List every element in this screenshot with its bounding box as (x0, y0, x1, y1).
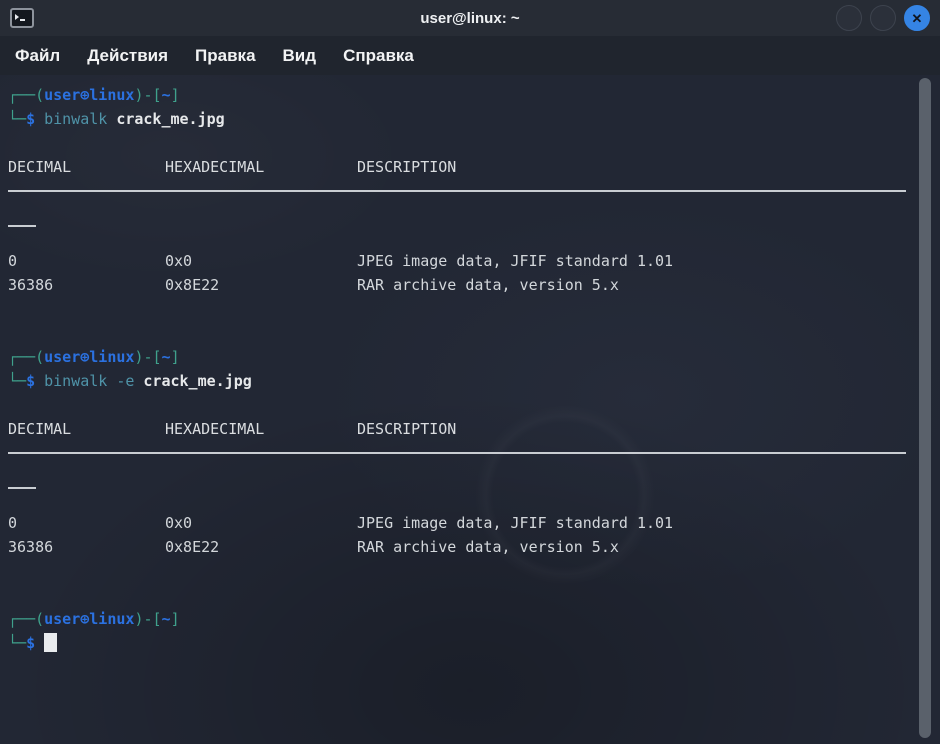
command-line: └─$ binwalk -e crack_me.jpg (8, 369, 940, 393)
terminal-output-area[interactable]: ┌──(user⊕linux)-[~] └─$binwalkcrack_me.j… (0, 75, 940, 744)
prompt-dollar: $ (26, 372, 35, 390)
prompt-frame-open: ┌──( (8, 610, 44, 628)
blank-line (8, 583, 940, 607)
col-hexadecimal-header: HEXADECIMAL (165, 417, 357, 441)
table-row: 00x0JPEG image data, JFIF standard 1.01 (8, 511, 940, 535)
command-text: binwalk -e (44, 372, 134, 390)
prompt-frame-close: ] (171, 610, 180, 628)
command-text: binwalk (44, 110, 107, 128)
separator-line-wrapped (8, 487, 36, 489)
terminal-app-icon (10, 8, 34, 28)
menu-item-view[interactable]: Вид (283, 46, 317, 66)
table-header-row: DECIMALHEXADECIMALDESCRIPTION (8, 417, 940, 441)
prompt-frame-mid: )-[ (134, 86, 161, 104)
prompt-line-top: ┌──(user⊕linux)-[~] (8, 345, 940, 369)
prompt-frame-mid: )-[ (134, 610, 161, 628)
blank-line (8, 131, 940, 155)
prompt-underscore-icon (20, 19, 25, 21)
col-decimal-header: DECIMAL (8, 155, 165, 179)
prompt-line-top: ┌──(user⊕linux)-[~] (8, 607, 940, 631)
cell-description: JPEG image data, JFIF standard 1.01 (357, 252, 673, 270)
prompt-frame-close: ] (171, 348, 180, 366)
prompt-arrow-icon (15, 14, 19, 20)
command-line: └─$ binwalk crack_me.jpg (8, 107, 940, 131)
blank-line (8, 393, 940, 417)
prompt-username: user (44, 86, 80, 104)
cell-hexadecimal: 0x0 (165, 511, 357, 535)
kali-at-icon: ⊕ (80, 348, 89, 366)
scrollbar-thumb[interactable] (919, 78, 931, 738)
blank-line (8, 559, 940, 583)
table-row: 363860x8E22RAR archive data, version 5.x (8, 535, 940, 559)
prompt-path: ~ (162, 610, 171, 628)
prompt-dollar: $ (26, 110, 35, 128)
separator-wrap-row (8, 225, 940, 249)
menu-item-file[interactable]: Файл (15, 46, 60, 66)
kali-at-icon: ⊕ (80, 86, 89, 104)
menu-item-actions[interactable]: Действия (87, 46, 168, 66)
menubar: Файл Действия Правка Вид Справка (0, 36, 940, 75)
separator-wrap-row (8, 487, 940, 511)
prompt-hostname: linux (89, 610, 134, 628)
prompt-frame-bottom: └─ (8, 110, 26, 128)
command-argument: crack_me.jpg (143, 372, 251, 390)
window-title: user@linux: ~ (0, 10, 940, 27)
kali-at-icon: ⊕ (80, 610, 89, 628)
cell-description: RAR archive data, version 5.x (357, 276, 619, 294)
prompt-frame-open: ┌──( (8, 348, 44, 366)
text-cursor (44, 633, 57, 652)
col-description-header: DESCRIPTION (357, 420, 456, 438)
prompt-frame-bottom: └─ (8, 634, 26, 652)
col-description-header: DESCRIPTION (357, 158, 456, 176)
command-input-line[interactable]: └─$ (8, 631, 940, 655)
menu-item-edit[interactable]: Правка (195, 46, 255, 66)
terminal-window: user@linux: ~ ✕ Файл Действия Правка Вид… (0, 0, 940, 744)
separator-line-row (8, 452, 940, 476)
close-button[interactable]: ✕ (904, 5, 930, 31)
close-icon: ✕ (912, 12, 923, 25)
cell-hexadecimal: 0x8E22 (165, 273, 357, 297)
cell-description: JPEG image data, JFIF standard 1.01 (357, 514, 673, 532)
cell-decimal: 0 (8, 249, 165, 273)
prompt-username: user (44, 610, 80, 628)
separator-line (8, 190, 906, 192)
table-header-row: DECIMALHEXADECIMALDESCRIPTION (8, 155, 940, 179)
table-row: 363860x8E22RAR archive data, version 5.x (8, 273, 940, 297)
table-row: 00x0JPEG image data, JFIF standard 1.01 (8, 249, 940, 273)
menu-item-help[interactable]: Справка (343, 46, 414, 66)
prompt-frame-mid: )-[ (134, 348, 161, 366)
separator-line-wrapped (8, 225, 36, 227)
prompt-username: user (44, 348, 80, 366)
cell-decimal: 0 (8, 511, 165, 535)
separator-line (8, 452, 906, 454)
cell-description: RAR archive data, version 5.x (357, 538, 619, 556)
cell-decimal: 36386 (8, 273, 165, 297)
col-hexadecimal-header: HEXADECIMAL (165, 155, 357, 179)
prompt-dollar: $ (26, 634, 35, 652)
prompt-frame-open: ┌──( (8, 86, 44, 104)
blank-line (8, 297, 940, 321)
window-controls: ✕ (836, 5, 930, 31)
maximize-button[interactable] (870, 5, 896, 31)
prompt-path: ~ (162, 348, 171, 366)
titlebar[interactable]: user@linux: ~ ✕ (0, 0, 940, 36)
cell-decimal: 36386 (8, 535, 165, 559)
minimize-button[interactable] (836, 5, 862, 31)
prompt-line-top: ┌──(user⊕linux)-[~] (8, 83, 940, 107)
cell-hexadecimal: 0x8E22 (165, 535, 357, 559)
col-decimal-header: DECIMAL (8, 417, 165, 441)
command-argument: crack_me.jpg (116, 110, 224, 128)
prompt-hostname: linux (89, 86, 134, 104)
prompt-frame-close: ] (171, 86, 180, 104)
prompt-hostname: linux (89, 348, 134, 366)
cell-hexadecimal: 0x0 (165, 249, 357, 273)
prompt-frame-bottom: └─ (8, 372, 26, 390)
prompt-path: ~ (162, 86, 171, 104)
separator-line-row (8, 190, 940, 214)
blank-line (8, 321, 940, 345)
